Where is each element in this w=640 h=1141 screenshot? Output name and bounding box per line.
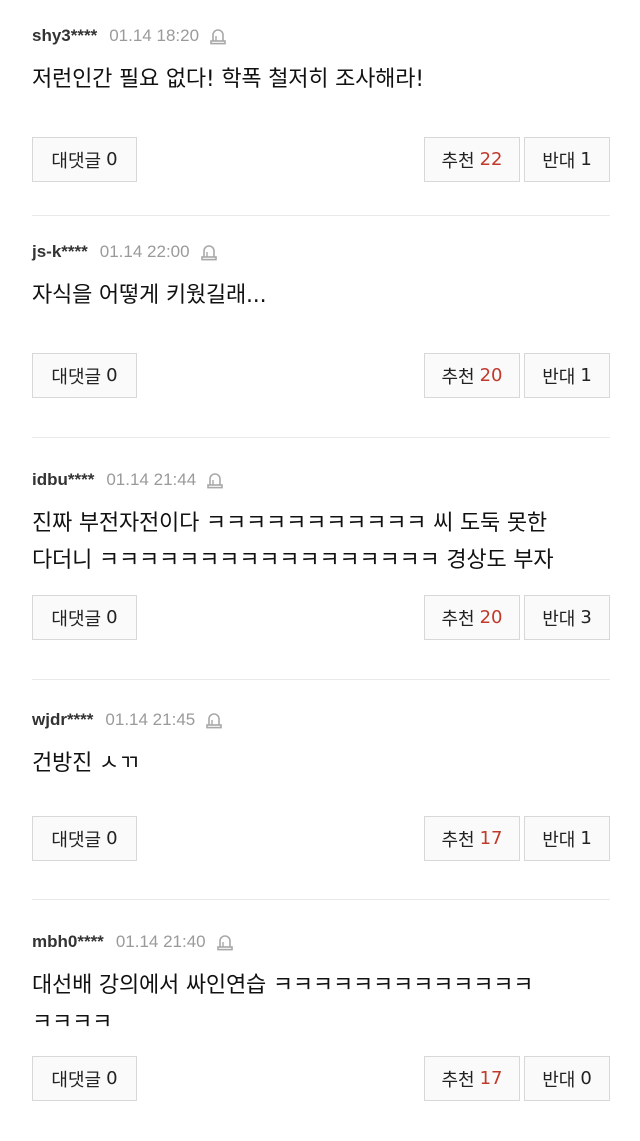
reply-button[interactable]: 대댓글 0: [32, 1056, 137, 1101]
report-siren-icon[interactable]: [209, 27, 227, 45]
report-siren-icon[interactable]: [216, 933, 234, 951]
comment-item: wjdr**** 01.14 21:45 건방진 ㅅㄲ 대댓글 0 추천 17 …: [0, 680, 640, 900]
reply-count: 0: [106, 607, 118, 628]
comment-username[interactable]: idbu****: [32, 470, 94, 490]
reply-label: 대댓글: [51, 150, 102, 172]
upvote-button[interactable]: 추천 20: [424, 353, 520, 398]
comment-item: js-k**** 01.14 22:00 자식을 어떻게 키웠길래... 대댓글…: [0, 216, 640, 438]
upvote-label: 추천: [441, 150, 475, 172]
comment-meta: wjdr**** 01.14 21:45: [32, 708, 610, 732]
comment-meta: mbh0**** 01.14 21:40: [32, 930, 610, 954]
reply-label: 대댓글: [51, 829, 102, 851]
downvote-button[interactable]: 반대 1: [524, 353, 610, 398]
downvote-button[interactable]: 반대 1: [524, 816, 610, 861]
downvote-count: 1: [580, 828, 592, 849]
downvote-count: 0: [580, 1068, 592, 1089]
reply-button[interactable]: 대댓글 0: [32, 137, 137, 182]
upvote-count: 22: [479, 149, 503, 170]
comment-text-line: 저런인간 필요 없다! 학폭 철저히 조사해라!: [32, 67, 424, 92]
comment-meta: js-k**** 01.14 22:00: [32, 240, 610, 264]
comment-username[interactable]: shy3****: [32, 26, 97, 46]
comment-actions: 대댓글 0 추천 17 반대 0: [32, 1056, 610, 1101]
downvote-button[interactable]: 반대 1: [524, 137, 610, 182]
comment-text-line: 건방진 ㅅㄲ: [32, 751, 139, 776]
comment-item: mbh0**** 01.14 21:40 대선배 강의에서 싸인연습 ㅋㅋㅋㅋㅋ…: [0, 900, 640, 1141]
downvote-count: 1: [580, 365, 592, 386]
upvote-label: 추천: [441, 366, 475, 388]
upvote-label: 추천: [441, 608, 475, 630]
upvote-label: 추천: [441, 829, 475, 851]
reply-count: 0: [106, 828, 118, 849]
downvote-count: 1: [580, 149, 592, 170]
comment-actions: 대댓글 0 추천 17 반대 1: [32, 816, 610, 861]
upvote-count: 17: [479, 1068, 503, 1089]
upvote-label: 추천: [441, 1069, 475, 1091]
comment-text-line: ㅋㅋㅋㅋ: [32, 1010, 113, 1035]
comment-username[interactable]: js-k****: [32, 242, 88, 262]
comment-datetime: 01.14 22:00: [99, 242, 190, 261]
reply-button[interactable]: 대댓글 0: [32, 595, 137, 640]
comment-actions: 대댓글 0 추천 20 반대 3: [32, 595, 610, 640]
comment-actions: 대댓글 0 추천 22 반대 1: [32, 137, 610, 182]
comment-text: 저런인간 필요 없다! 학폭 철저히 조사해라!: [32, 61, 610, 98]
report-siren-icon[interactable]: [206, 471, 224, 489]
comment-item: idbu**** 01.14 21:44 진짜 부전자전이다 ㅋㅋㅋㅋㅋㅋㅋㅋㅋ…: [0, 438, 640, 680]
downvote-label: 반대: [542, 366, 576, 388]
upvote-button[interactable]: 추천 17: [424, 1056, 520, 1101]
comment-username[interactable]: wjdr****: [32, 710, 93, 730]
comment-text-line: 자식을 어떻게 키웠길래...: [32, 283, 267, 308]
comment-text: 진짜 부전자전이다 ㅋㅋㅋㅋㅋㅋㅋㅋㅋㅋㅋ 씨 도둑 못한 다더니 ㅋㅋㅋㅋㅋㅋ…: [32, 505, 610, 579]
downvote-label: 반대: [542, 829, 576, 851]
comment-text: 건방진 ㅅㄲ: [32, 745, 610, 782]
comment-text-line: 진짜 부전자전이다 ㅋㅋㅋㅋㅋㅋㅋㅋㅋㅋㅋ 씨 도둑 못한: [32, 511, 547, 536]
upvote-button[interactable]: 추천 22: [424, 137, 520, 182]
comment-datetime: 01.14 21:40: [115, 932, 206, 951]
upvote-button[interactable]: 추천 17: [424, 816, 520, 861]
downvote-count: 3: [580, 607, 592, 628]
comment-datetime: 01.14 21:44: [106, 470, 197, 489]
comment-actions: 대댓글 0 추천 20 반대 1: [32, 353, 610, 398]
reply-button[interactable]: 대댓글 0: [32, 816, 137, 861]
report-siren-icon[interactable]: [205, 711, 223, 729]
comment-text-line: 대선배 강의에서 싸인연습 ㅋㅋㅋㅋㅋㅋㅋㅋㅋㅋㅋㅋㅋ: [32, 973, 534, 998]
comment-list: shy3**** 01.14 18:20 저런인간 필요 없다! 학폭 철저히 …: [0, 0, 640, 1141]
comment-datetime: 01.14 21:45: [105, 710, 196, 729]
reply-count: 0: [106, 1068, 118, 1089]
vote-group: 추천 22 반대 1: [424, 137, 610, 182]
upvote-count: 20: [479, 607, 503, 628]
reply-label: 대댓글: [51, 1069, 102, 1091]
comment-username[interactable]: mbh0****: [32, 932, 104, 952]
vote-group: 추천 17 반대 1: [424, 816, 610, 861]
comment-text: 자식을 어떻게 키웠길래...: [32, 277, 610, 314]
upvote-count: 20: [479, 365, 503, 386]
report-siren-icon[interactable]: [200, 243, 218, 261]
comment-text-line: 다더니 ㅋㅋㅋㅋㅋㅋㅋㅋㅋㅋㅋㅋㅋㅋㅋㅋㅋ 경상도 부자: [32, 548, 554, 573]
reply-button[interactable]: 대댓글 0: [32, 353, 137, 398]
downvote-button[interactable]: 반대 3: [524, 595, 610, 640]
downvote-label: 반대: [542, 150, 576, 172]
upvote-button[interactable]: 추천 20: [424, 595, 520, 640]
vote-group: 추천 20 반대 1: [424, 353, 610, 398]
downvote-button[interactable]: 반대 0: [524, 1056, 610, 1101]
downvote-label: 반대: [542, 1069, 576, 1091]
reply-count: 0: [106, 365, 118, 386]
downvote-label: 반대: [542, 608, 576, 630]
comment-item: shy3**** 01.14 18:20 저런인간 필요 없다! 학폭 철저히 …: [0, 0, 640, 216]
comment-datetime: 01.14 18:20: [109, 26, 200, 45]
vote-group: 추천 20 반대 3: [424, 595, 610, 640]
upvote-count: 17: [479, 828, 503, 849]
comment-meta: idbu**** 01.14 21:44: [32, 468, 610, 492]
vote-group: 추천 17 반대 0: [424, 1056, 610, 1101]
reply-count: 0: [106, 149, 118, 170]
reply-label: 대댓글: [51, 366, 102, 388]
comment-text: 대선배 강의에서 싸인연습 ㅋㅋㅋㅋㅋㅋㅋㅋㅋㅋㅋㅋㅋ ㅋㅋㅋㅋ: [32, 967, 610, 1041]
reply-label: 대댓글: [51, 608, 102, 630]
comment-meta: shy3**** 01.14 18:20: [32, 24, 610, 48]
